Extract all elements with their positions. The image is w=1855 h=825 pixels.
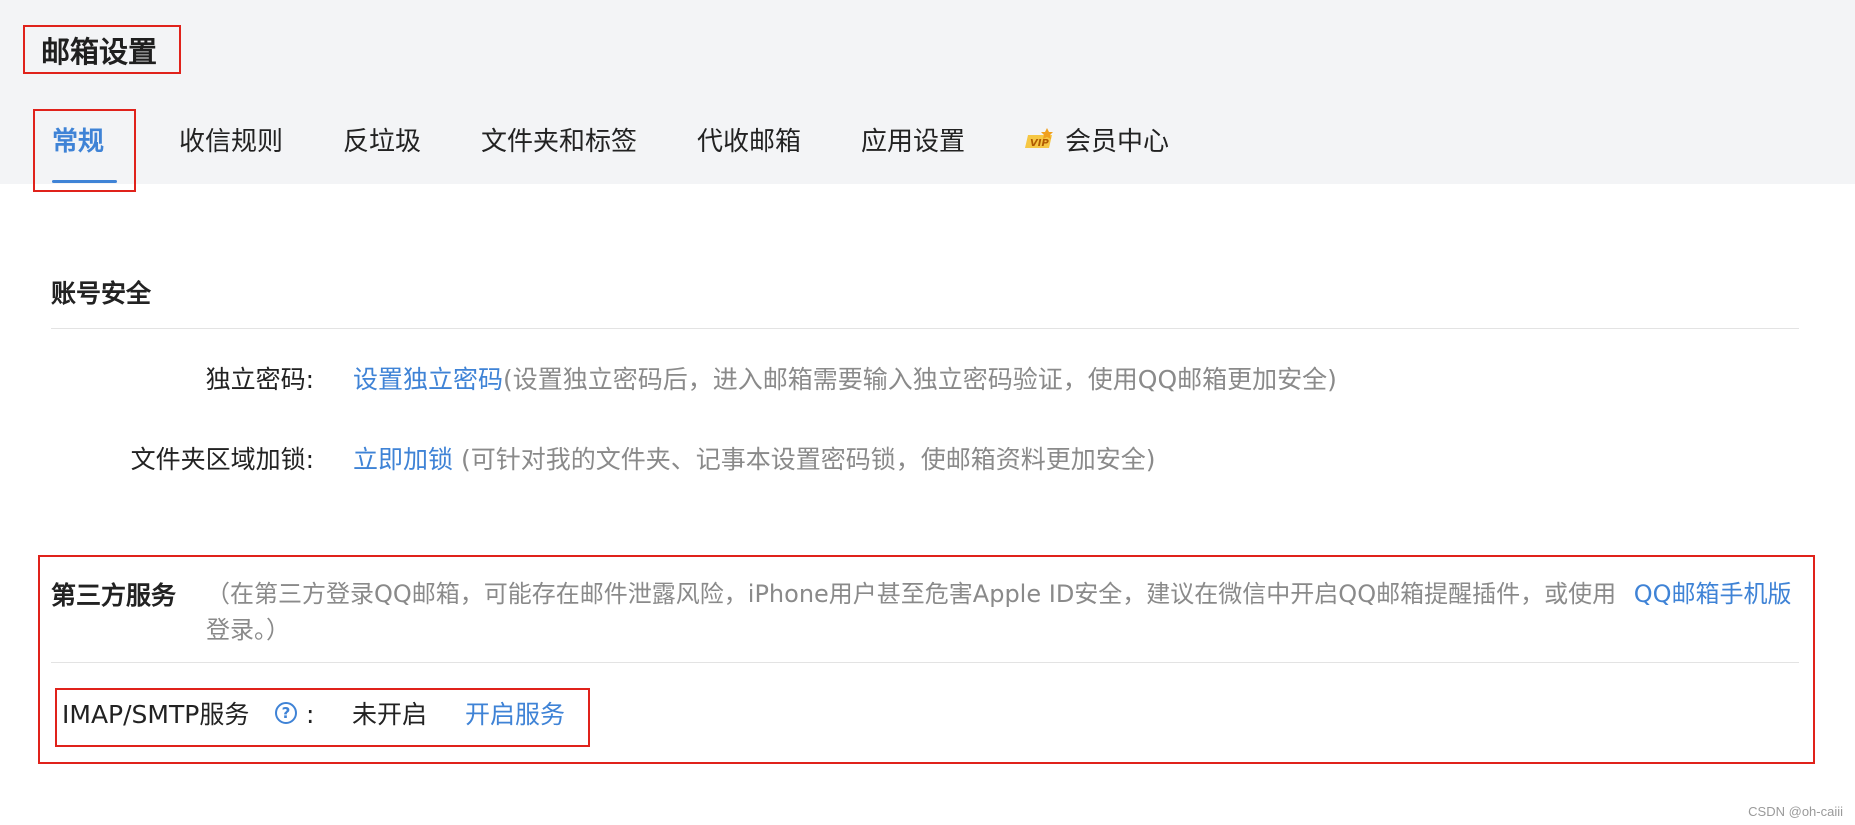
- third-party-desc-tail: 登录。）: [206, 616, 290, 644]
- help-icon[interactable]: ?: [275, 702, 297, 724]
- folder-lock-label: 文件夹区域加锁:: [130, 445, 314, 474]
- qq-mail-mobile-link[interactable]: QQ邮箱手机版: [1634, 580, 1792, 608]
- independent-password-label: 独立密码:: [205, 365, 314, 394]
- annotation-box-title: [23, 25, 181, 74]
- third-party-desc-text: （在第三方登录QQ邮箱，可能存在邮件泄露风险，iPhone用户甚至危害Apple…: [206, 580, 1617, 608]
- imap-smtp-label: IMAP/SMTP服务: [62, 700, 250, 729]
- watermark: CSDN @oh-caiii: [1748, 804, 1843, 819]
- settings-header: 邮箱设置 常规 收信规则 反垃圾 文件夹和标签 代收邮箱 应用设置 VIP 会员…: [0, 0, 1855, 192]
- enable-service-link[interactable]: 开启服务: [465, 697, 565, 733]
- mail-settings-page: 邮箱设置 常规 收信规则 反垃圾 文件夹和标签 代收邮箱 应用设置 VIP 会员…: [0, 0, 1855, 825]
- third-party-desc: （在第三方登录QQ邮箱，可能存在邮件泄露风险，iPhone用户甚至危害Apple…: [206, 576, 1806, 648]
- tab-member-center[interactable]: 会员中心: [1065, 122, 1169, 162]
- set-independent-password-link[interactable]: 设置独立密码: [353, 365, 503, 394]
- vip-icon: VIP: [1025, 128, 1053, 149]
- tab-app-settings[interactable]: 应用设置: [861, 122, 965, 162]
- section-divider-third-party: [51, 662, 1799, 663]
- independent-password-row: 设置独立密码(设置独立密码后，进入邮箱需要输入独立密码验证，使用QQ邮箱更加安全…: [353, 362, 1337, 398]
- independent-password-desc: (设置独立密码后，进入邮箱需要输入独立密码验证，使用QQ邮箱更加安全): [503, 365, 1337, 394]
- tab-anti-spam[interactable]: 反垃圾: [343, 122, 421, 162]
- section-title-account-security: 账号安全: [51, 279, 152, 308]
- tab-pop-mailbox[interactable]: 代收邮箱: [697, 122, 801, 162]
- folder-lock-desc: (可针对我的文件夹、记事本设置密码锁，使邮箱资料更加安全): [453, 445, 1156, 474]
- vip-badge-text: VIP: [1030, 138, 1049, 149]
- imap-status: 未开启: [352, 700, 428, 729]
- imap-colon: :: [306, 700, 315, 729]
- tab-receive-rules[interactable]: 收信规则: [179, 122, 283, 162]
- folder-lock-row: 立即加锁 (可针对我的文件夹、记事本设置密码锁，使邮箱资料更加安全): [353, 442, 1155, 478]
- tab-folders-labels[interactable]: 文件夹和标签: [481, 122, 637, 162]
- section-title-third-party: 第三方服务: [51, 581, 177, 610]
- lock-now-link[interactable]: 立即加锁: [353, 445, 453, 474]
- annotation-box-tab: [33, 109, 136, 192]
- section-divider: [51, 328, 1799, 329]
